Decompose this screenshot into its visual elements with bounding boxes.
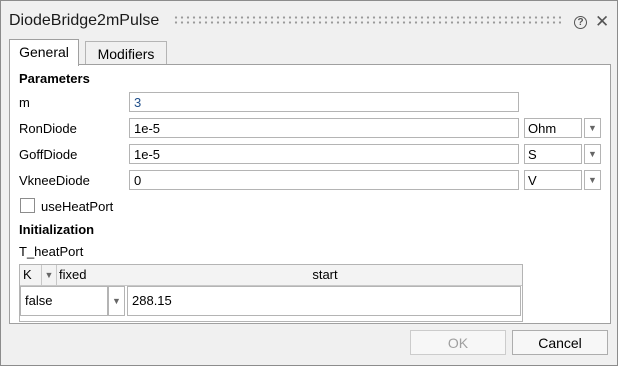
unit-select-rondiode[interactable]: Ohm (524, 118, 582, 138)
tab-modifiers[interactable]: Modifiers (85, 41, 167, 66)
chevron-down-icon[interactable]: ▼ (108, 286, 125, 316)
use-heat-port-checkbox[interactable] (20, 198, 35, 213)
drag-grip[interactable] (173, 15, 561, 25)
param-label-goffdiode: GoffDiode (19, 147, 78, 162)
close-icon[interactable]: ✕ (595, 12, 609, 32)
parameters-heading: Parameters (19, 71, 90, 86)
tab-modifiers-label: Modifiers (97, 46, 155, 62)
dialog-title: DiodeBridge2mPulse (9, 12, 160, 29)
unit-select-goffdiode[interactable]: S (524, 144, 582, 164)
title-bar[interactable]: DiodeBridge2mPulse ? ✕ (1, 1, 617, 41)
chevron-down-icon[interactable]: ▼ (584, 144, 601, 164)
chevron-down-icon[interactable]: ▼ (42, 265, 57, 286)
unit-select-vkneediode[interactable]: V (524, 170, 582, 190)
fixed-select[interactable]: false (20, 286, 108, 316)
heat-port-variable-label: T_heatPort (19, 244, 84, 259)
use-heat-port-label: useHeatPort (41, 199, 114, 214)
chevron-down-icon[interactable]: ▼ (584, 118, 601, 138)
cancel-button[interactable]: Cancel (512, 330, 608, 355)
dialog-window: DiodeBridge2mPulse ? ✕ General Modifiers… (0, 0, 618, 366)
column-header-start: start (128, 265, 522, 286)
param-input-m[interactable]: 3 (129, 92, 519, 112)
help-icon[interactable]: ? (574, 16, 587, 29)
param-label-vkneediode: VkneeDiode (19, 173, 90, 188)
param-input-vkneediode[interactable]: 0 (129, 170, 519, 190)
initialization-table: K ▼ fixed start false ▼ 288.15 (19, 264, 523, 322)
initialization-heading: Initialization (19, 222, 95, 237)
tab-general[interactable]: General (9, 39, 79, 66)
param-input-rondiode[interactable]: 1e-5 (129, 118, 519, 138)
ok-button[interactable]: OK (410, 330, 506, 355)
param-label-m: m (19, 95, 30, 110)
chevron-down-icon[interactable]: ▼ (584, 170, 601, 190)
column-header-fixed: fixed (57, 265, 129, 286)
tab-general-label: General (19, 44, 69, 60)
param-label-rondiode: RonDiode (19, 121, 77, 136)
unit-select-heatport[interactable]: K (20, 265, 42, 286)
param-input-goffdiode[interactable]: 1e-5 (129, 144, 519, 164)
start-value-input[interactable]: 288.15 (127, 286, 521, 316)
general-panel: Parameters m 3 RonDiode 1e-5 Ohm ▼ GoffD… (9, 64, 611, 324)
